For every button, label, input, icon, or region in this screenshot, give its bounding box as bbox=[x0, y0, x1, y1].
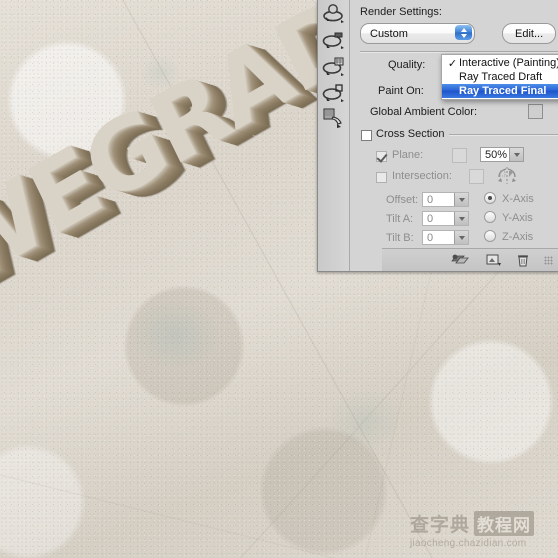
roll-3d-object-tool[interactable] bbox=[318, 27, 349, 52]
plane-label: Plane: bbox=[392, 149, 424, 161]
render-preset-select[interactable]: Custom bbox=[360, 23, 475, 44]
panel-divider bbox=[360, 51, 558, 53]
tilt-b-value: 0 bbox=[427, 231, 434, 244]
pan-3d-object-tool[interactable] bbox=[318, 53, 349, 78]
intersection-checkbox[interactable] bbox=[376, 172, 387, 183]
offset-label: Offset: bbox=[386, 194, 419, 206]
tilt-b-label: Tilt B: bbox=[386, 232, 414, 244]
menu-item-label: Ray Traced Draft bbox=[459, 71, 543, 83]
offset-value: 0 bbox=[427, 193, 434, 206]
cross-section-label: Cross Section bbox=[376, 128, 445, 140]
offset-field[interactable]: 0 bbox=[422, 192, 469, 207]
render-preset-value: Custom bbox=[370, 27, 408, 40]
watermark-cn-box: 教程网 bbox=[474, 511, 535, 536]
watermark-url: jiaocheng.chazidian.com bbox=[410, 538, 527, 549]
new-light-button[interactable] bbox=[486, 253, 502, 267]
cross-section-divider bbox=[449, 134, 558, 136]
check-icon: ✓ bbox=[447, 57, 458, 70]
menu-item-interactive-painting[interactable]: ✓ Interactive (Painting) bbox=[442, 56, 558, 70]
x-axis-label: X-Axis bbox=[502, 193, 534, 205]
x-axis-radio[interactable] bbox=[484, 192, 496, 204]
quality-dropdown-menu[interactable]: ✓ Interactive (Painting) Ray Traced Draf… bbox=[441, 54, 558, 100]
quality-label: Quality: bbox=[388, 59, 426, 71]
rotate-3d-object-tool[interactable] bbox=[318, 1, 349, 26]
menu-item-ray-traced-final[interactable]: Ray Traced Final bbox=[442, 84, 558, 98]
chevron-updown-icon[interactable] bbox=[455, 25, 472, 40]
watermark-cn-left: 查字典 bbox=[410, 514, 471, 536]
panel-footer-toolbar[interactable] bbox=[382, 248, 558, 271]
render-settings-panel[interactable]: Render Settings: Custom Edit... Quality:… bbox=[317, 0, 558, 272]
cross-section-checkbox[interactable] bbox=[361, 130, 372, 141]
slide-3d-object-tool[interactable] bbox=[318, 79, 349, 104]
menu-item-label: Ray Traced Final bbox=[459, 85, 547, 97]
y-axis-label: Y-Axis bbox=[502, 212, 533, 224]
panel-title: Render Settings: bbox=[360, 6, 442, 18]
chevron-down-icon[interactable] bbox=[509, 148, 523, 161]
intersection-color-swatch[interactable] bbox=[469, 169, 484, 184]
plane-checkbox[interactable] bbox=[376, 151, 387, 162]
chevron-down-icon[interactable] bbox=[454, 212, 468, 225]
global-ambient-color-label: Global Ambient Color: bbox=[370, 106, 477, 118]
tilt-b-field[interactable]: 0 bbox=[422, 230, 469, 245]
scale-3d-object-tool[interactable] bbox=[318, 105, 349, 130]
menu-item-label: Interactive (Painting) bbox=[459, 57, 558, 69]
watermark: 查字典 教程网 jiaocheng.chazidian.com bbox=[410, 510, 550, 552]
tilt-a-field[interactable]: 0 bbox=[422, 211, 469, 226]
chevron-down-icon[interactable] bbox=[454, 231, 468, 244]
tilt-a-value: 0 bbox=[427, 212, 434, 225]
y-axis-radio[interactable] bbox=[484, 211, 496, 223]
paint-on-label: Paint On: bbox=[378, 85, 424, 97]
edit-preset-button[interactable]: Edit... bbox=[502, 23, 557, 44]
intersection-label: Intersection: bbox=[392, 170, 452, 182]
plane-opacity-value: 50% bbox=[485, 148, 508, 161]
tilt-a-label: Tilt A: bbox=[386, 213, 414, 225]
delete-light-button[interactable] bbox=[516, 253, 530, 268]
global-ambient-color-swatch[interactable] bbox=[528, 104, 543, 119]
render-settings-body: Render Settings: Custom Edit... Quality:… bbox=[350, 0, 558, 271]
z-axis-radio[interactable] bbox=[484, 230, 496, 242]
watermark-cn: 查字典 教程网 bbox=[410, 510, 550, 537]
z-axis-label: Z-Axis bbox=[502, 231, 534, 243]
panel-resize-grip[interactable] bbox=[544, 255, 553, 265]
chevron-down-icon[interactable] bbox=[454, 193, 468, 206]
menu-item-ray-traced-draft[interactable]: Ray Traced Draft bbox=[442, 70, 558, 84]
3d-tools-strip[interactable] bbox=[318, 0, 350, 271]
flip-section-icon[interactable] bbox=[496, 166, 518, 189]
plane-opacity-field[interactable]: 50% bbox=[480, 147, 524, 162]
plane-color-swatch[interactable] bbox=[452, 148, 467, 163]
concrete-tint-patch bbox=[330, 390, 400, 450]
toggle-ground-plane-button[interactable] bbox=[450, 253, 472, 267]
